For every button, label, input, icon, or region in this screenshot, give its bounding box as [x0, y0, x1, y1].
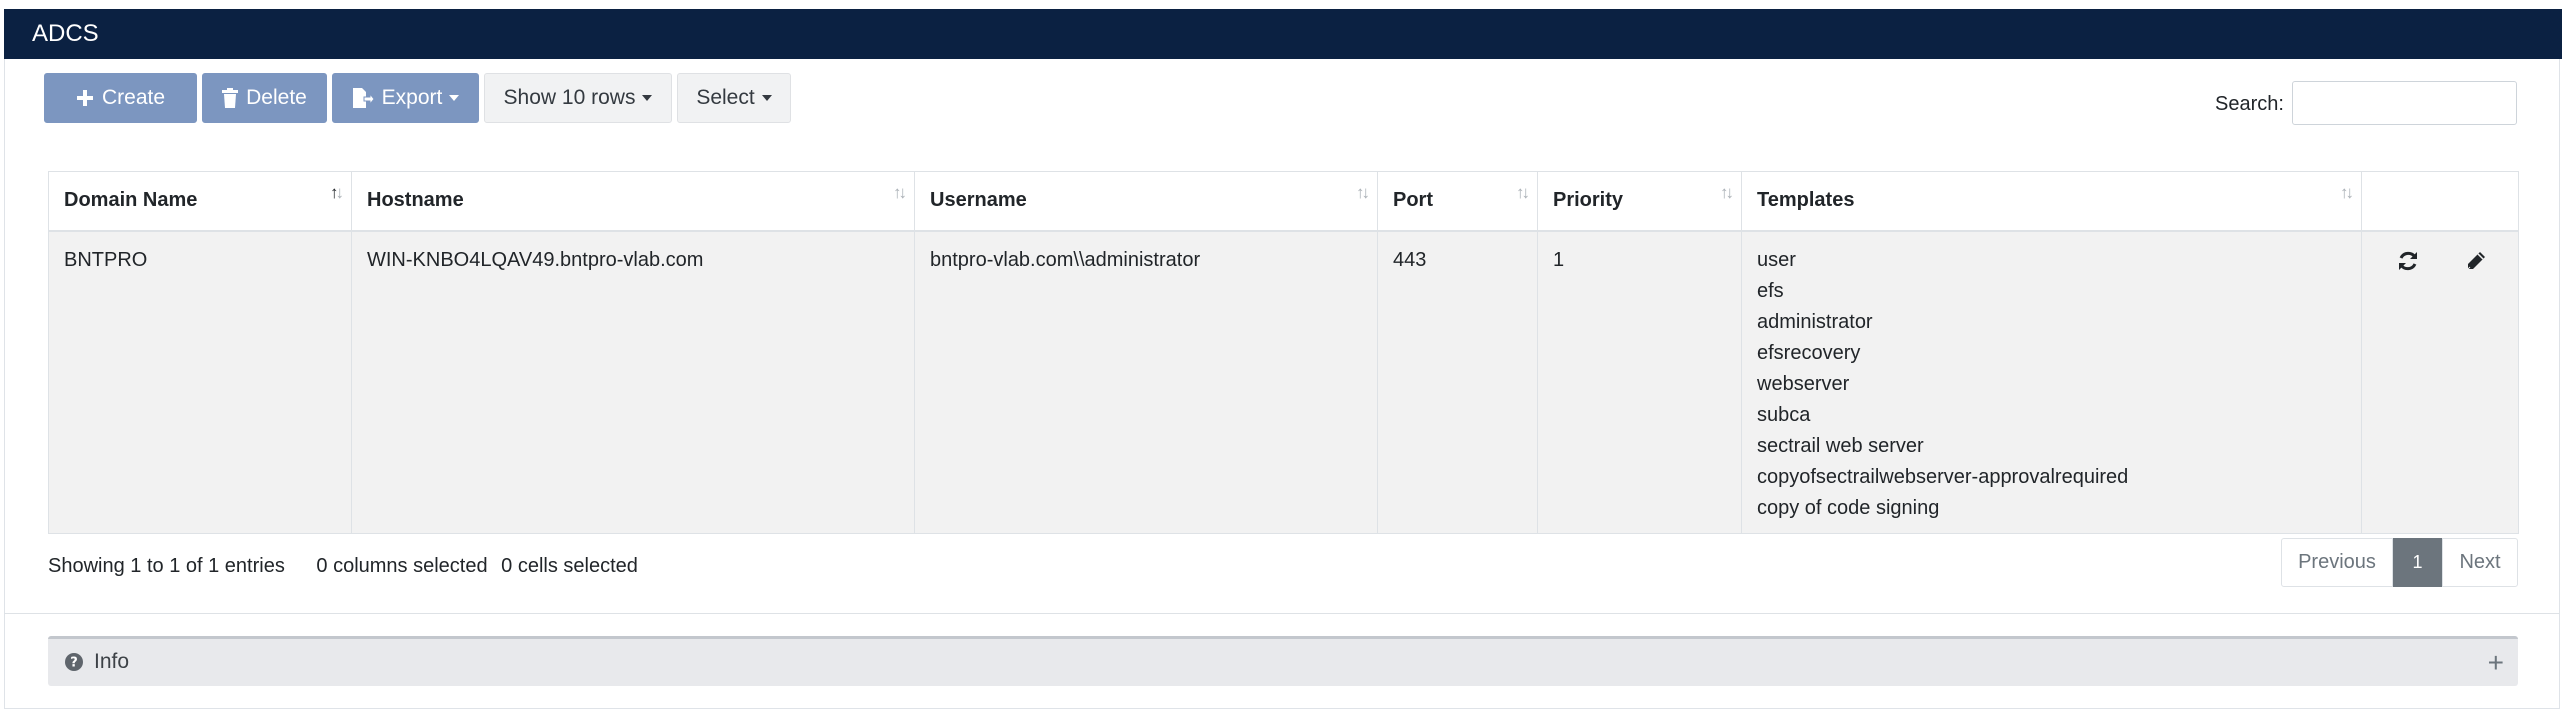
template-item: copyofsectrailwebserver-approvalrequired: [1757, 465, 2129, 488]
column-header-templates[interactable]: Templates ↑↓: [1741, 171, 2362, 232]
sort-icon: ↑↓: [1720, 183, 1734, 202]
cells-selected: 0 cells selected: [501, 555, 638, 577]
table-header-row: Domain Name ↑↓ Hostname ↑↓ Username ↑↓ P…: [48, 171, 2519, 232]
select-dropdown[interactable]: Select: [677, 73, 791, 123]
show-rows-dropdown[interactable]: Show 10 rows: [484, 73, 672, 123]
trash-icon: [222, 88, 239, 108]
sort-icon: ↑↓: [893, 183, 907, 202]
template-item: sectrail web server: [1757, 434, 1924, 457]
column-header-username[interactable]: Username ↑↓: [914, 171, 1378, 232]
table-row[interactable]: BNTPRO WIN-KNBO4LQAV49.bntpro-vlab.com b…: [48, 230, 2519, 534]
cell-actions: [2361, 230, 2519, 534]
table-toolbar: Create Delete Export Show 10 rows Select: [44, 73, 791, 123]
template-item: copy of code signing: [1757, 496, 1940, 519]
next-page-button[interactable]: Next: [2442, 538, 2518, 587]
plus-icon: [76, 89, 94, 107]
file-export-icon: [352, 88, 374, 108]
column-header-hostname[interactable]: Hostname ↑↓: [351, 171, 915, 232]
column-header-priority[interactable]: Priority ↑↓: [1537, 171, 1742, 232]
cell-hostname: WIN-KNBO4LQAV49.bntpro-vlab.com: [351, 230, 915, 534]
pagination: Previous 1 Next: [2281, 538, 2518, 587]
previous-page-button[interactable]: Previous: [2281, 538, 2393, 587]
cell-domain-name: BNTPRO: [48, 230, 352, 534]
svg-text:?: ?: [70, 656, 78, 671]
create-button[interactable]: Create: [44, 73, 197, 123]
delete-button-label: Delete: [246, 86, 307, 109]
columns-selected: 0 columns selected: [316, 555, 488, 577]
refresh-icon[interactable]: [2395, 248, 2421, 274]
expand-icon[interactable]: +: [2488, 649, 2504, 677]
page-1-button[interactable]: 1: [2393, 538, 2442, 587]
template-item: efs: [1757, 279, 1784, 302]
template-item: webserver: [1757, 372, 1850, 395]
panel-title: ADCS: [32, 20, 99, 47]
panel-header: ADCS: [4, 9, 2562, 59]
info-title: Info: [94, 650, 130, 673]
row-actions: [2377, 248, 2503, 274]
template-item: user: [1757, 248, 1796, 271]
question-circle-icon: ?: [64, 652, 84, 677]
column-header-actions: [2361, 171, 2519, 232]
select-label: Select: [696, 86, 755, 109]
cell-templates: user efs administrator efsrecovery webse…: [1741, 230, 2362, 534]
sort-icon: ↑↓: [330, 183, 344, 202]
template-item: administrator: [1757, 310, 1873, 333]
search-input[interactable]: [2292, 81, 2517, 125]
export-button-label: Export: [381, 86, 443, 109]
delete-button[interactable]: Delete: [202, 73, 327, 123]
info-panel[interactable]: ? Info +: [48, 636, 2518, 686]
sort-icon: ↑↓: [1356, 183, 1370, 202]
chevron-down-icon: [642, 95, 653, 101]
cell-port: 443: [1377, 230, 1538, 534]
export-button[interactable]: Export: [332, 73, 479, 123]
pencil-icon[interactable]: [2463, 248, 2489, 274]
search-label: Search:: [2215, 93, 2284, 115]
table-info: Showing 1 to 1 of 1 entries 0 columns se…: [48, 555, 638, 578]
entries-summary: Showing 1 to 1 of 1 entries: [48, 555, 285, 577]
column-header-port[interactable]: Port ↑↓: [1377, 171, 1538, 232]
divider: [4, 613, 2560, 614]
chevron-down-icon: [761, 95, 772, 101]
create-button-label: Create: [101, 86, 166, 109]
template-item: efsrecovery: [1757, 341, 1861, 364]
template-item: subca: [1757, 403, 1811, 426]
sort-icon: ↑↓: [2340, 183, 2354, 202]
adcs-table: Domain Name ↑↓ Hostname ↑↓ Username ↑↓ P…: [48, 171, 2519, 534]
chevron-down-icon: [449, 95, 460, 101]
show-rows-label: Show 10 rows: [503, 86, 636, 109]
cell-priority: 1: [1537, 230, 1742, 534]
sort-icon: ↑↓: [1516, 183, 1530, 202]
cell-username: bntpro-vlab.com\\administrator: [914, 230, 1378, 534]
column-header-domain-name[interactable]: Domain Name ↑↓: [48, 171, 352, 232]
